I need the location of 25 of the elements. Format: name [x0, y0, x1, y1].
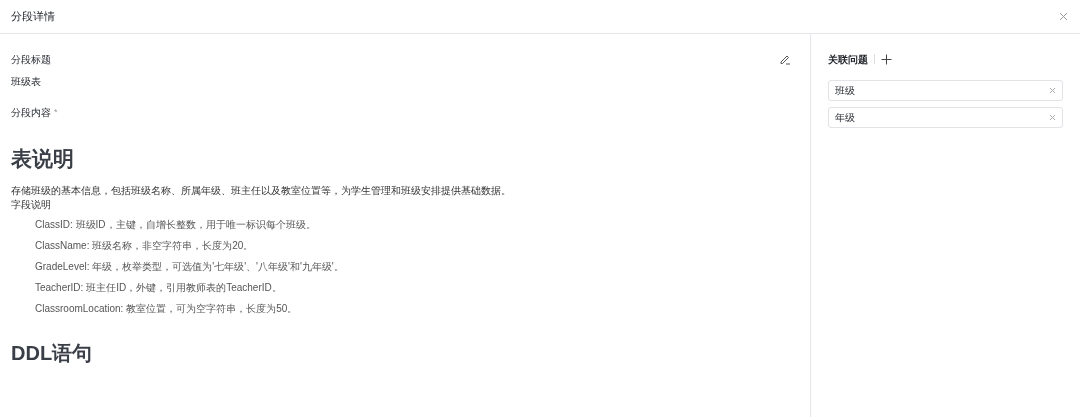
- field-value: 班级表: [11, 75, 42, 89]
- panel-title: 关联问题: [828, 52, 868, 67]
- question-tag[interactable]: 班级: [828, 80, 1063, 101]
- close-button[interactable]: [1057, 10, 1069, 23]
- close-icon: [1058, 12, 1068, 21]
- field-label: 分段标题: [11, 52, 51, 67]
- add-button[interactable]: [881, 53, 892, 65]
- close-icon[interactable]: [1049, 114, 1056, 121]
- field-description: ClassName: 班级名称，非空字符串，长度为20。: [35, 239, 255, 253]
- pencil-icon: [779, 53, 791, 65]
- edit-button[interactable]: [779, 53, 791, 65]
- close-icon[interactable]: [1049, 87, 1056, 94]
- field-description: ClassroomLocation: 教室位置，可为空字符串，长度为50。: [35, 302, 299, 316]
- fields-label: 字段说明: [11, 198, 52, 212]
- field-description: ClassID: 班级ID，主键，自增长整数，用于唯一标识每个班级。: [35, 218, 317, 232]
- question-tag[interactable]: 年级: [828, 107, 1063, 128]
- content-heading: DDL语句: [11, 341, 94, 366]
- content-heading: 表说明: [11, 146, 75, 172]
- field-description: GradeLevel: 年级，枚举类型，可选值为'七年级'、'八年级'和'九年级'。: [35, 260, 345, 274]
- field-description: TeacherID: 班主任ID，外键，引用教师表的TeacherID。: [35, 281, 283, 295]
- required-mark: *: [54, 105, 58, 119]
- description-text: 存储班级的基本信息，包括班级名称、所属年级、班主任以及教室位置等，为学生管理和班级安排提供基础数据。: [11, 184, 512, 198]
- field-label: 分段内容: [11, 106, 51, 120]
- plus-icon: [881, 53, 892, 65]
- dialog-title: 分段详情: [11, 9, 55, 25]
